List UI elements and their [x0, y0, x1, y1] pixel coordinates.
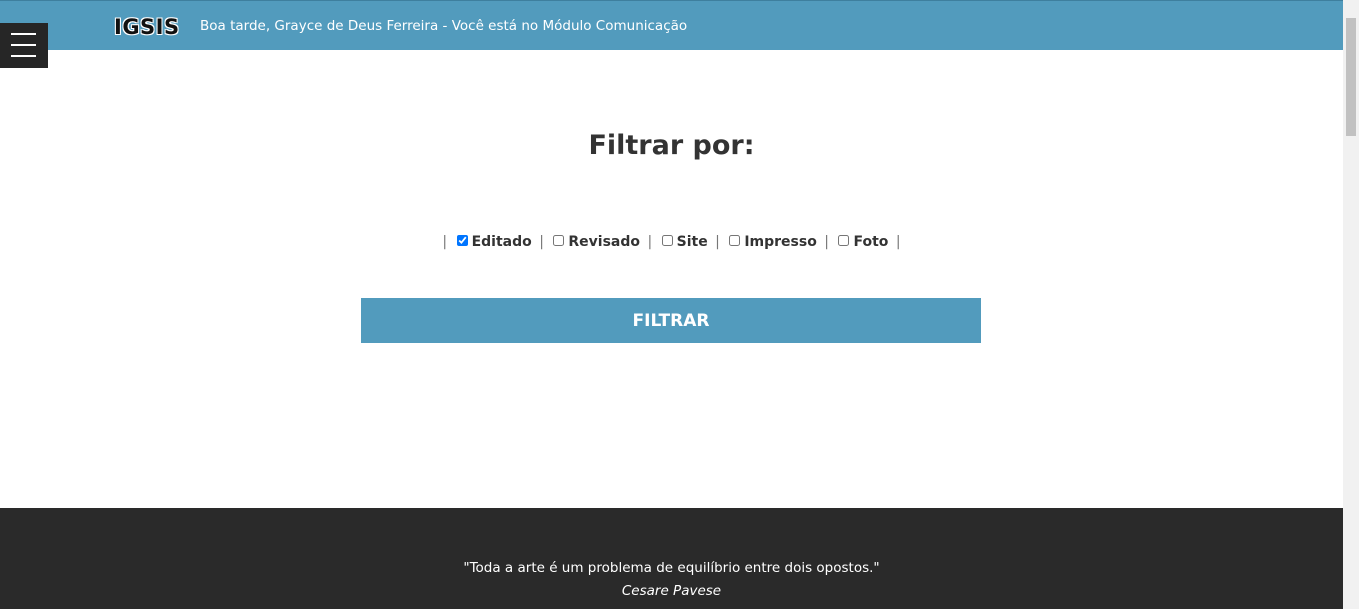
scrollbar-thumb[interactable]	[1346, 18, 1356, 136]
checkbox-foto[interactable]	[838, 235, 850, 246]
greeting-text: Boa tarde, Grayce de Deus Ferreira - Voc…	[200, 18, 688, 34]
separator: |	[895, 234, 901, 250]
label-site[interactable]: Site	[677, 234, 708, 250]
option-foto: Foto	[836, 234, 888, 250]
menu-button[interactable]	[0, 23, 48, 68]
label-foto[interactable]: Foto	[853, 234, 888, 250]
footer-quote: "Toda a arte é um problema de equilíbrio…	[463, 560, 880, 576]
option-editado: Editado	[455, 234, 532, 250]
separator: |	[647, 234, 653, 250]
option-site: Site	[660, 234, 708, 250]
top-header: IGSIS Boa tarde, Grayce de Deus Ferreira…	[0, 0, 1343, 50]
label-impresso[interactable]: Impresso	[744, 234, 817, 250]
separator: |	[442, 234, 448, 250]
option-revisado: Revisado	[551, 234, 640, 250]
filter-button[interactable]: FILTRAR	[361, 298, 981, 343]
option-impresso: Impresso	[727, 234, 817, 250]
separator: |	[824, 234, 830, 250]
checkbox-impresso[interactable]	[729, 235, 741, 246]
filter-options: | Editado | Revisado | Site | Impresso |…	[0, 234, 1343, 250]
footer: "Toda a arte é um problema de equilíbrio…	[0, 508, 1343, 609]
footer-quote-author: Cesare Pavese	[621, 583, 722, 599]
vertical-scrollbar[interactable]	[1343, 0, 1359, 609]
filter-title: Filtrar por:	[588, 130, 755, 161]
label-revisado[interactable]: Revisado	[568, 234, 640, 250]
separator: |	[539, 234, 544, 250]
label-editado[interactable]: Editado	[472, 234, 532, 250]
checkbox-site[interactable]	[661, 235, 673, 246]
app-logo: IGSIS	[114, 15, 180, 39]
checkbox-revisado[interactable]	[553, 235, 565, 246]
checkbox-editado[interactable]	[456, 235, 468, 246]
separator: |	[715, 234, 720, 250]
